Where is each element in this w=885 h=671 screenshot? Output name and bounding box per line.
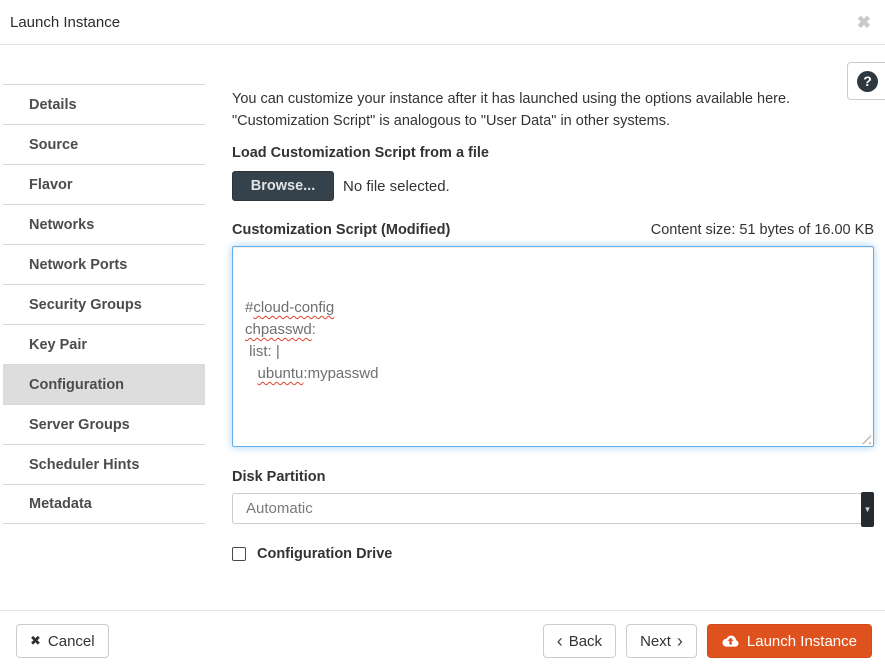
disk-partition-select[interactable]: Automatic ▼ <box>232 493 874 524</box>
sidebar-item-label: Network Ports <box>29 257 127 273</box>
sidebar-item-label: Server Groups <box>29 417 130 433</box>
sidebar-item-flavor[interactable]: Flavor <box>3 164 205 204</box>
modal-body: Details Source Flavor Networks Network P… <box>0 45 885 610</box>
sidebar-item-key-pair[interactable]: Key Pair <box>3 324 205 364</box>
script-line: chpasswd: <box>245 319 861 341</box>
modal-title: Launch Instance <box>10 14 120 31</box>
sidebar-item-scheduler-hints[interactable]: Scheduler Hints <box>3 444 205 484</box>
sidebar-item-label: Security Groups <box>29 297 142 313</box>
resize-handle-icon[interactable] <box>860 433 871 444</box>
load-script-label: Load Customization Script from a file <box>232 145 874 161</box>
cancel-button[interactable]: ✖ Cancel <box>16 624 109 658</box>
configuration-drive-checkbox[interactable] <box>232 547 246 561</box>
configuration-drive-label: Configuration Drive <box>257 546 392 562</box>
sidebar-item-networks[interactable]: Networks <box>3 204 205 244</box>
file-status-text: No file selected. <box>343 178 450 195</box>
x-icon: ✖ <box>30 633 41 649</box>
browse-button[interactable]: Browse... <box>232 171 334 201</box>
sidebar-item-label: Metadata <box>29 496 92 512</box>
modal-footer: ✖ Cancel ‹ Back Next › Launch Instance <box>0 610 885 671</box>
help-button[interactable]: ? <box>847 62 885 100</box>
sidebar-item-label: Configuration <box>29 377 124 393</box>
content-size-text: Content size: 51 bytes of 16.00 KB <box>651 222 874 238</box>
sidebar-item-security-groups[interactable]: Security Groups <box>3 284 205 324</box>
configuration-drive-row: Configuration Drive <box>232 546 874 562</box>
footer-right-group: ‹ Back Next › Launch Instance <box>543 624 872 658</box>
disk-partition-selected-value: Automatic <box>246 500 313 517</box>
help-icon: ? <box>857 71 878 92</box>
chevron-right-icon: › <box>677 632 683 650</box>
panel-description: You can customize your instance after it… <box>232 88 874 132</box>
next-button-label: Next <box>640 633 671 650</box>
chevron-left-icon: ‹ <box>557 632 563 650</box>
script-line: #cloud-config <box>245 297 861 319</box>
file-picker-row: Browse... No file selected. <box>232 171 874 201</box>
script-line: ubuntu:mypasswd <box>245 363 861 385</box>
cloud-upload-icon <box>722 634 739 648</box>
sidebar-item-source[interactable]: Source <box>3 124 205 164</box>
modal-header: Launch Instance ✖ <box>0 0 885 45</box>
sidebar-item-configuration[interactable]: Configuration <box>3 364 205 404</box>
wizard-sidebar: Details Source Flavor Networks Network P… <box>0 45 232 610</box>
sidebar-item-label: Source <box>29 137 78 153</box>
configuration-panel: ? You can customize your instance after … <box>232 45 874 610</box>
sidebar-item-network-ports[interactable]: Network Ports <box>3 244 205 284</box>
sidebar-item-label: Scheduler Hints <box>29 457 139 473</box>
sidebar-item-server-groups[interactable]: Server Groups <box>3 404 205 444</box>
sidebar-item-label: Key Pair <box>29 337 87 353</box>
script-label-row: Customization Script (Modified) Content … <box>232 222 874 238</box>
sidebar-item-details[interactable]: Details <box>3 84 205 124</box>
launch-instance-button[interactable]: Launch Instance <box>707 624 872 658</box>
launch-instance-button-label: Launch Instance <box>747 633 857 650</box>
launch-instance-modal: Launch Instance ✖ Details Source Flavor … <box>0 0 885 671</box>
chevron-down-icon: ▼ <box>864 506 872 514</box>
back-button-label: Back <box>569 633 602 650</box>
back-button[interactable]: ‹ Back <box>543 624 616 658</box>
next-button[interactable]: Next › <box>626 624 697 658</box>
customization-script-label: Customization Script (Modified) <box>232 222 450 238</box>
close-icon[interactable]: ✖ <box>857 14 871 31</box>
sidebar-item-label: Networks <box>29 217 94 233</box>
sidebar-item-metadata[interactable]: Metadata <box>3 484 205 524</box>
select-arrow-strip[interactable]: ▼ <box>861 492 874 527</box>
cancel-button-label: Cancel <box>48 633 95 650</box>
sidebar-item-label: Details <box>29 97 77 113</box>
script-line: list: | <box>245 341 861 363</box>
disk-partition-label: Disk Partition <box>232 469 874 485</box>
sidebar-item-label: Flavor <box>29 177 73 193</box>
customization-script-textarea[interactable]: #cloud-configchpasswd: list: | ubuntu:my… <box>232 246 874 447</box>
